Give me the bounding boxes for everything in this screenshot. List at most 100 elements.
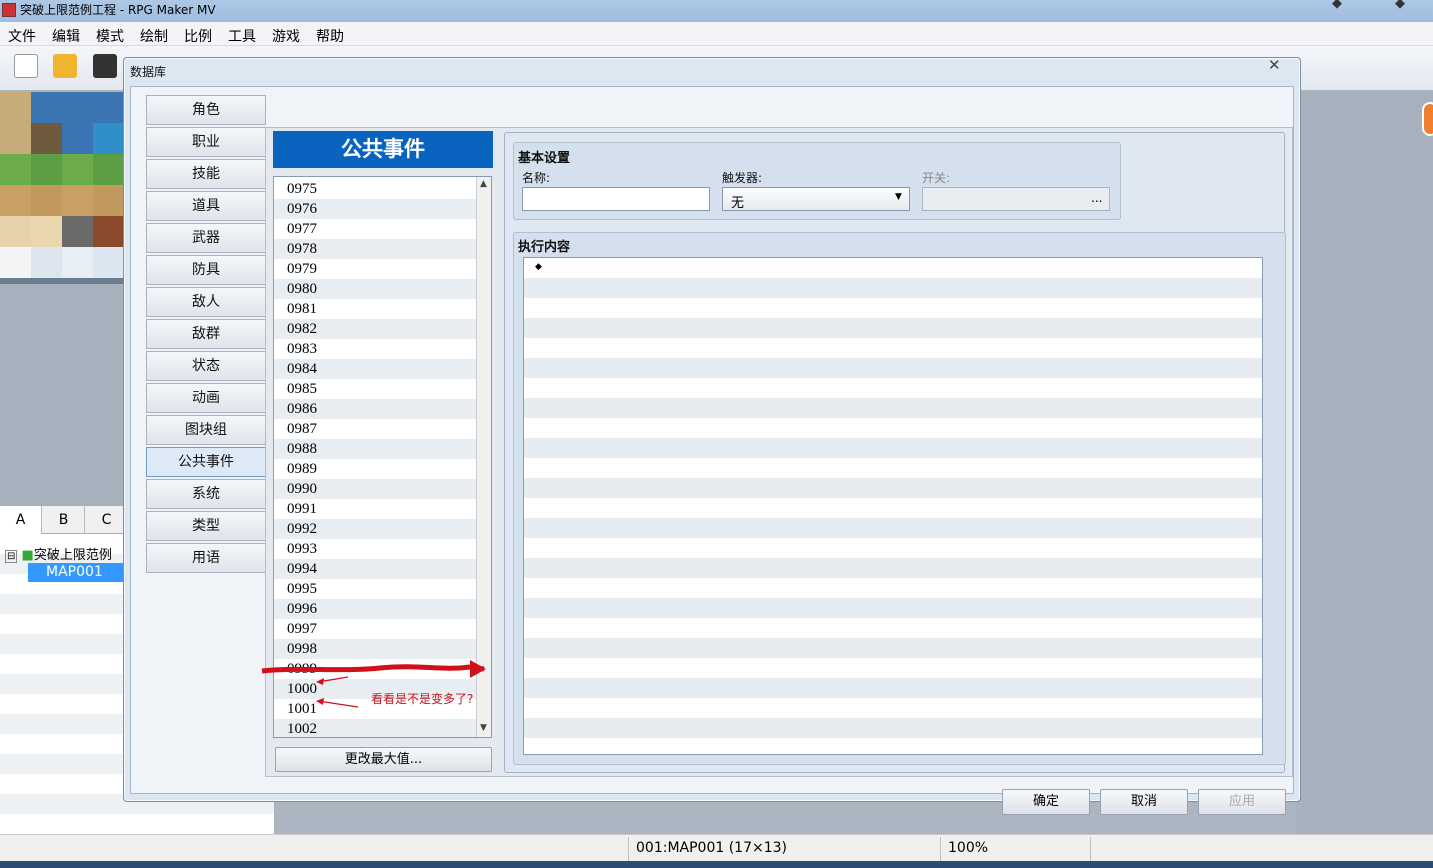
cancel-button[interactable]: 取消 [1100, 789, 1188, 815]
list-item[interactable]: 0978 [274, 239, 476, 259]
menu-game[interactable]: 游戏 [272, 26, 300, 46]
name-input[interactable] [522, 187, 710, 211]
list-item[interactable]: 0975 [274, 179, 476, 199]
map-tree-item-map001[interactable]: MAP001 [28, 563, 123, 582]
status-map: 001:MAP001 (17×13) [636, 840, 787, 856]
list-item[interactable]: 0985 [274, 379, 476, 399]
list-item[interactable]: 0977 [274, 219, 476, 239]
menu-tools[interactable]: 工具 [228, 26, 256, 46]
basic-settings-group: 基本设置 名称: 触发器: 无 ▼ 开关: ... [513, 142, 1121, 220]
list-item[interactable]: 0996 [274, 599, 476, 619]
window-title: 突破上限范例工程 - RPG Maker MV [20, 3, 216, 17]
tab-actors[interactable]: 角色 [146, 95, 266, 125]
tab-states[interactable]: 状态 [146, 351, 266, 381]
command-marker[interactable]: ◆ [535, 262, 542, 272]
new-project-icon[interactable] [14, 54, 38, 78]
tab-skills[interactable]: 技能 [146, 159, 266, 189]
command-list[interactable]: ◆ [523, 257, 1263, 755]
list-item[interactable]: 0991 [274, 499, 476, 519]
list-item[interactable]: 0982 [274, 319, 476, 339]
list-item[interactable]: 0986 [274, 399, 476, 419]
execution-content-title: 执行内容 [518, 240, 571, 255]
open-project-icon[interactable] [53, 54, 77, 78]
trigger-label: 触发器: [722, 171, 763, 185]
scroll-down-icon[interactable]: ▼ [480, 723, 487, 733]
tab-animations[interactable]: 动画 [146, 383, 266, 413]
list-item[interactable]: 0976 [274, 199, 476, 219]
switch-field[interactable]: ... [922, 187, 1110, 211]
palette-empty-area [0, 284, 123, 506]
switch-picker-button[interactable]: ... [1091, 191, 1102, 205]
switch-label: 开关: [922, 171, 951, 185]
tab-enemies[interactable]: 敌人 [146, 287, 266, 317]
close-icon[interactable]: ✕ [1268, 56, 1281, 74]
list-item[interactable]: 0980 [274, 279, 476, 299]
list-item[interactable]: 0983 [274, 339, 476, 359]
list-item[interactable]: 0999 [274, 659, 476, 679]
change-max-button[interactable]: 更改最大值... [275, 747, 492, 772]
trigger-value: 无 [731, 196, 745, 211]
list-item[interactable]: 0998 [274, 639, 476, 659]
tab-tilesets[interactable]: 图块组 [146, 415, 266, 445]
menu-mode[interactable]: 模式 [96, 26, 124, 46]
map-background [1296, 92, 1433, 834]
tab-types[interactable]: 类型 [146, 511, 266, 541]
list-item[interactable]: 0992 [274, 519, 476, 539]
overlay-badge [1422, 102, 1433, 136]
database-dialog: 数据库 ✕ 角色 职业 技能 道具 武器 防具 敌人 敌群 状态 动画 图块组 … [123, 56, 1301, 815]
list-item[interactable]: 0989 [274, 459, 476, 479]
tab-weapons[interactable]: 武器 [146, 223, 266, 253]
list-item[interactable]: 0979 [274, 259, 476, 279]
scroll-up-icon[interactable]: ▲ [480, 179, 487, 189]
palette-tabs: A B C [0, 506, 128, 534]
list-scrollbar[interactable]: ▲ ▼ [476, 177, 491, 737]
tab-common-events[interactable]: 公共事件 [146, 447, 266, 477]
menu-file[interactable]: 文件 [8, 26, 36, 46]
name-label: 名称: [522, 171, 551, 185]
ok-button[interactable]: 确定 [1002, 789, 1090, 815]
title-bar: 突破上限范例工程 - RPG Maker MV ◆ ◆ [0, 0, 1433, 22]
menu-scale[interactable]: 比例 [184, 26, 212, 46]
menu-edit[interactable]: 编辑 [52, 26, 80, 46]
chevron-down-icon: ▼ [895, 192, 902, 202]
list-item[interactable]: 0988 [274, 439, 476, 459]
dialog-title: 数据库 [130, 65, 167, 79]
list-item[interactable]: 0981 [274, 299, 476, 319]
list-item[interactable]: 0993 [274, 539, 476, 559]
project-icon: ■ [21, 548, 34, 563]
menu-help[interactable]: 帮助 [316, 26, 344, 46]
status-bar: 001:MAP001 (17×13) 100% [0, 834, 1433, 862]
minimize-icon[interactable]: ◆ [1332, 0, 1342, 11]
list-item[interactable]: 0995 [274, 579, 476, 599]
tab-terms[interactable]: 用语 [146, 543, 266, 573]
tab-troops[interactable]: 敌群 [146, 319, 266, 349]
common-event-list[interactable]: 0975 0976 0977 0978 0979 0980 0981 0982 0983 0984… [273, 176, 492, 738]
tab-system[interactable]: 系统 [146, 479, 266, 509]
tab-a[interactable]: A [0, 506, 42, 534]
annotation-note: 看看是不是变多了? [371, 692, 474, 706]
list-item[interactable]: 0994 [274, 559, 476, 579]
basic-settings-title: 基本设置 [518, 151, 571, 166]
list-item[interactable]: 0990 [274, 479, 476, 499]
tab-classes[interactable]: 职业 [146, 127, 266, 157]
list-item[interactable]: 0987 [274, 419, 476, 439]
map-tree-root[interactable]: ⊟ ■突破上限范例 [5, 544, 112, 563]
tab-items[interactable]: 道具 [146, 191, 266, 221]
save-project-icon[interactable] [93, 54, 117, 78]
close-window-icon[interactable]: ◆ [1395, 0, 1405, 11]
menu-draw[interactable]: 绘制 [140, 26, 168, 46]
list-item[interactable]: 0984 [274, 359, 476, 379]
menu-bar: 文件 编辑 模式 绘制 比例 工具 游戏 帮助 [0, 22, 1433, 46]
tab-c[interactable]: C [86, 506, 128, 534]
list-item[interactable]: 0997 [274, 619, 476, 639]
tab-b[interactable]: B [43, 506, 85, 534]
apply-button[interactable]: 应用 [1198, 789, 1286, 815]
dialog-body: 角色 职业 技能 道具 武器 防具 敌人 敌群 状态 动画 图块组 公共事件 系… [130, 86, 1294, 815]
taskbar [0, 861, 1433, 868]
tile-palette[interactable] [0, 92, 123, 284]
status-zoom: 100% [948, 840, 989, 856]
tab-armors[interactable]: 防具 [146, 255, 266, 285]
app-icon [2, 3, 16, 17]
trigger-select[interactable]: 无 ▼ [722, 187, 910, 211]
list-item[interactable]: 1002 [274, 719, 476, 737]
